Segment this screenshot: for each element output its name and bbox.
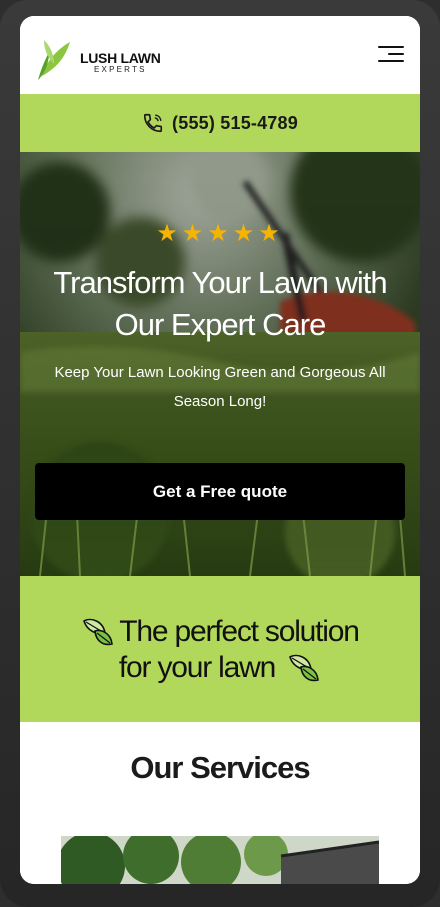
logo-title: LUSH LAWN [80,50,161,66]
get-free-quote-button[interactable]: Get a Free quote [35,463,405,520]
tagline-line-2: for your lawn [20,650,420,686]
leaf-icon [289,654,319,682]
services-title: Our Services [130,750,310,785]
phone-call-bar[interactable]: (555) 515-4789 [20,94,420,152]
screen: LUSH LAWN EXPERTS (555) 515-4789 ★★★★★ T… [20,16,420,884]
logo[interactable]: LUSH LAWN EXPERTS [36,36,176,82]
hero-subtitle: Keep Your Lawn Looking Green and Gorgeou… [54,364,386,410]
rating-stars: ★★★★★ [156,220,284,247]
logo-leaf-icon [38,40,70,80]
tagline-text-2: for your lawn [118,651,276,684]
tagline-band: The perfect solution for your lawn [20,576,420,722]
device-frame: LUSH LAWN EXPERTS (555) 515-4789 ★★★★★ T… [0,0,440,907]
phone-number: (555) 515-4789 [172,112,298,133]
logo-subtitle: EXPERTS [94,65,147,74]
site-header: LUSH LAWN EXPERTS [20,16,420,94]
tagline-text-1: The perfect solution [119,615,360,648]
services-section: Our Services [20,722,420,884]
hero-section: ★★★★★ Transform Your Lawn with Our Exper… [20,152,420,576]
leaf-icon [83,618,114,646]
service-image[interactable] [61,836,379,884]
phone-icon [143,113,163,133]
menu-icon[interactable] [376,44,404,66]
hero-title: Transform Your Lawn with Our Expert Care [53,265,387,342]
tagline-line-1: The perfect solution [20,614,420,650]
